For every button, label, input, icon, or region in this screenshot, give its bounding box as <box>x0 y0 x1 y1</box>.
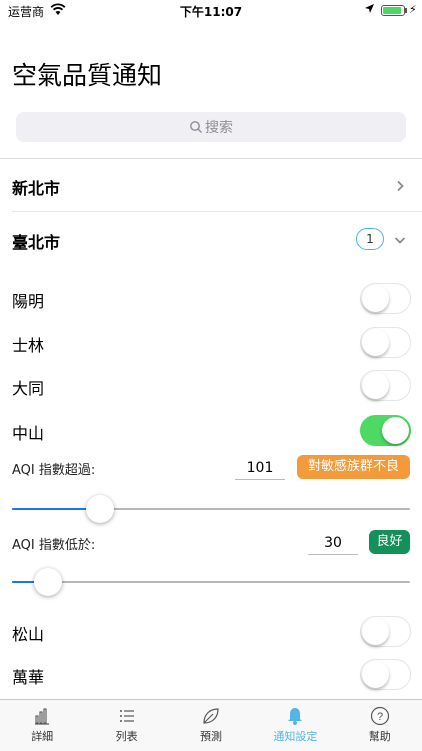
search-placeholder: 搜索 <box>205 120 233 136</box>
clock: 下午11:07 <box>179 5 243 19</box>
district-row-songshan: 松山 <box>0 610 422 654</box>
district-toggle[interactable] <box>360 370 411 401</box>
charging-icon: ⚡ <box>409 3 417 16</box>
district-toggle[interactable] <box>360 283 411 314</box>
tab-label: 詳細 <box>31 730 54 743</box>
divider <box>0 158 422 159</box>
selected-count-badge: 1 <box>356 228 384 250</box>
battery-icon <box>381 5 405 16</box>
slider-thumb[interactable] <box>85 495 114 523</box>
help-icon: ? <box>370 706 389 726</box>
aqi-below-slider[interactable] <box>12 568 410 596</box>
chevron-down-icon <box>394 237 406 244</box>
slider-thumb[interactable] <box>33 568 62 596</box>
city-row-taipei[interactable]: 臺北市 1 <box>0 214 422 266</box>
district-label: 萬華 <box>12 668 45 687</box>
aqi-above-input[interactable]: 101 <box>235 457 285 480</box>
aqi-level-badge: 良好 <box>369 530 410 554</box>
district-row-zhongshan: 中山 <box>0 409 422 453</box>
aqi-level-badge: 對敏感族群不良 <box>297 455 410 479</box>
city-label: 新北市 <box>12 179 61 198</box>
district-row-shilin: 士林 <box>0 321 422 365</box>
toggle-knob <box>382 417 409 444</box>
status-bar: 运营商 下午11:07 ⚡ <box>0 0 422 22</box>
city-label: 臺北市 <box>12 233 61 252</box>
district-toggle[interactable] <box>360 327 411 358</box>
city-row-new-taipei[interactable]: 新北市 <box>0 160 422 212</box>
tab-forecast[interactable]: 預測 <box>169 700 253 750</box>
tab-bar: 詳細 列表 預測 通知設定 ? 幫助 <box>0 699 422 751</box>
district-label: 松山 <box>12 625 45 644</box>
slider-track <box>12 581 410 583</box>
search-bar[interactable]: 搜索 <box>16 112 406 142</box>
tab-details[interactable]: 詳細 <box>0 700 84 750</box>
aqi-above-slider[interactable] <box>12 495 410 523</box>
bell-icon <box>288 708 303 725</box>
tab-label: 預測 <box>199 730 222 743</box>
svg-text:?: ? <box>377 711 383 723</box>
aqi-below-input[interactable]: 30 <box>308 532 358 555</box>
bar-chart-icon <box>35 708 50 725</box>
toggle-knob <box>362 329 389 356</box>
toggle-knob <box>362 372 389 399</box>
chevron-right-icon <box>397 180 404 192</box>
toggle-knob <box>362 285 389 312</box>
battery-tip <box>405 8 407 13</box>
leaf-icon <box>203 708 219 724</box>
district-row-yangming: 陽明 <box>0 277 422 321</box>
divider <box>12 211 422 212</box>
list-icon <box>119 710 134 722</box>
tab-notification-settings[interactable]: 通知設定 <box>253 700 337 750</box>
district-toggle[interactable] <box>360 616 411 647</box>
tab-list[interactable]: 列表 <box>84 700 168 750</box>
district-label: 中山 <box>12 424 45 443</box>
location-arrow-icon <box>365 4 374 13</box>
tab-label: 幫助 <box>368 730 391 743</box>
district-label: 大同 <box>12 379 45 398</box>
aqi-above-label: AQI 指數超過: <box>12 463 96 478</box>
district-label: 陽明 <box>12 292 45 311</box>
district-toggle[interactable] <box>360 415 411 446</box>
district-row-datong: 大同 <box>0 364 422 408</box>
search-icon <box>190 121 202 133</box>
tab-label: 通知設定 <box>273 730 318 743</box>
aqi-below-row: AQI 指數低於: 30 良好 <box>0 528 422 558</box>
aqi-above-row: AQI 指數超過: 101 對敏感族群不良 <box>0 453 422 483</box>
page-title: 空氣品質通知 <box>12 61 163 90</box>
district-label: 士林 <box>12 336 45 355</box>
tab-label: 列表 <box>115 730 138 743</box>
tab-help[interactable]: ? 幫助 <box>338 700 422 750</box>
district-row-wanhua: 萬華 <box>0 653 422 697</box>
aqi-below-label: AQI 指數低於: <box>12 538 96 553</box>
district-toggle[interactable] <box>360 659 411 690</box>
toggle-knob <box>362 618 389 645</box>
toggle-knob <box>362 661 389 688</box>
